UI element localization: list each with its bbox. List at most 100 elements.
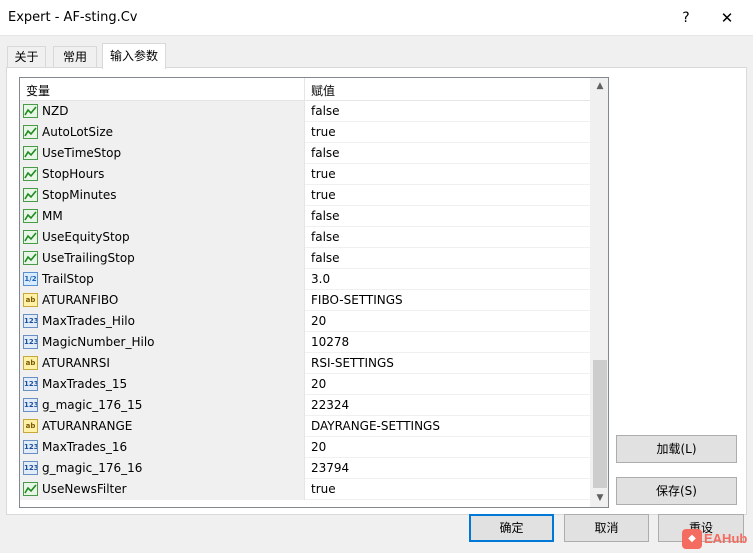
variable-cell[interactable]: ab ATURANFIBO — [20, 290, 305, 311]
table-row[interactable]: 123 g_magic_176_16 23794 — [20, 458, 590, 479]
table-row[interactable]: 123 MagicNumber_Hilo 10278 — [20, 332, 590, 353]
variable-cell[interactable]: UseTimeStop — [20, 143, 305, 164]
integer-icon: 123 — [23, 335, 38, 349]
table-row[interactable]: UseTrailingStop false — [20, 248, 590, 269]
value-cell[interactable]: true — [305, 479, 590, 500]
variable-name: MaxTrades_Hilo — [42, 314, 135, 328]
value-cell[interactable]: false — [305, 227, 590, 248]
close-button[interactable]: ✕ — [717, 8, 737, 28]
variable-name: g_magic_176_16 — [42, 461, 143, 475]
value-cell[interactable]: false — [305, 206, 590, 227]
variable-cell[interactable]: AutoLotSize — [20, 122, 305, 143]
variable-cell[interactable]: 123 g_magic_176_15 — [20, 395, 305, 416]
load-button[interactable]: 加载(L) — [616, 435, 737, 463]
boolean-icon — [23, 251, 38, 265]
variable-cell[interactable]: StopHours — [20, 164, 305, 185]
variable-name: MagicNumber_Hilo — [42, 335, 155, 349]
table-row[interactable]: UseEquityStop false — [20, 227, 590, 248]
integer-icon: 123 — [23, 398, 38, 412]
variable-name: UseTimeStop — [42, 146, 122, 160]
scroll-thumb[interactable] — [593, 360, 607, 488]
value-cell[interactable]: 20 — [305, 374, 590, 395]
value-cell[interactable]: 23794 — [305, 458, 590, 479]
table-row[interactable]: NZD false — [20, 101, 590, 122]
variable-cell[interactable]: UseTrailingStop — [20, 248, 305, 269]
tab-panel: 变量 赋值 NZD false AutoLotSize true UseTimeStop… — [6, 67, 747, 515]
save-button[interactable]: 保存(S) — [616, 477, 737, 505]
table-row[interactable]: MM false — [20, 206, 590, 227]
variable-cell[interactable]: MM — [20, 206, 305, 227]
integer-icon: 123 — [23, 377, 38, 391]
variable-value: 3.0 — [311, 272, 331, 286]
integer-icon: 123 — [23, 440, 38, 454]
variable-cell[interactable]: 123 MagicNumber_Hilo — [20, 332, 305, 353]
help-button[interactable]: ? — [676, 8, 696, 28]
string-icon: ab — [23, 293, 38, 307]
value-cell[interactable]: true — [305, 164, 590, 185]
value-cell[interactable]: false — [305, 143, 590, 164]
value-cell[interactable]: RSI-SETTINGS — [305, 353, 590, 374]
column-header-value[interactable]: 赋值 — [311, 82, 335, 99]
variable-name: TrailStop — [42, 272, 94, 286]
watermark-logo-icon: ◆ — [682, 529, 702, 549]
variable-value: false — [311, 230, 340, 244]
value-cell[interactable]: true — [305, 185, 590, 206]
column-header-variable[interactable]: 变量 — [26, 82, 50, 99]
variable-name: ATURANFIBO — [42, 293, 119, 307]
value-cell[interactable]: 22324 — [305, 395, 590, 416]
variable-cell[interactable]: 1/2 TrailStop — [20, 269, 305, 290]
variable-value: 22324 — [311, 398, 350, 412]
value-cell[interactable]: 10278 — [305, 332, 590, 353]
tab-inputs[interactable]: 输入参数 — [102, 43, 166, 69]
value-cell[interactable]: DAYRANGE-SETTINGS — [305, 416, 590, 437]
scroll-up-icon[interactable]: ▲ — [591, 78, 608, 95]
table-row[interactable]: ab ATURANRANGE DAYRANGE-SETTINGS — [20, 416, 590, 437]
table-row[interactable]: 1/2 TrailStop 3.0 — [20, 269, 590, 290]
vertical-scrollbar[interactable]: ▲ ▼ — [590, 78, 608, 507]
value-cell[interactable]: FIBO-SETTINGS — [305, 290, 590, 311]
variable-cell[interactable]: ab ATURANRANGE — [20, 416, 305, 437]
table-row[interactable]: UseNewsFilter true — [20, 479, 590, 500]
variable-cell[interactable]: 123 g_magic_176_16 — [20, 458, 305, 479]
variable-name: ATURANRSI — [42, 356, 110, 370]
variable-cell[interactable]: 123 MaxTrades_15 — [20, 374, 305, 395]
table-row[interactable]: StopMinutes true — [20, 185, 590, 206]
table-row[interactable]: 123 g_magic_176_15 22324 — [20, 395, 590, 416]
value-cell[interactable]: false — [305, 248, 590, 269]
value-cell[interactable]: 20 — [305, 311, 590, 332]
value-cell[interactable]: false — [305, 101, 590, 122]
variable-cell[interactable]: 123 MaxTrades_Hilo — [20, 311, 305, 332]
boolean-icon — [23, 167, 38, 181]
tab-about[interactable]: 关于 — [7, 46, 46, 68]
table-row[interactable]: ab ATURANRSI RSI-SETTINGS — [20, 353, 590, 374]
variable-name: StopHours — [42, 167, 105, 181]
table-row[interactable]: 123 MaxTrades_Hilo 20 — [20, 311, 590, 332]
variable-cell[interactable]: UseNewsFilter — [20, 479, 305, 500]
variable-value: false — [311, 209, 340, 223]
variable-cell[interactable]: 123 MaxTrades_16 — [20, 437, 305, 458]
variable-cell[interactable]: StopMinutes — [20, 185, 305, 206]
cancel-button[interactable]: 取消 — [564, 514, 649, 542]
table-row[interactable]: AutoLotSize true — [20, 122, 590, 143]
integer-icon: 123 — [23, 314, 38, 328]
table-row[interactable]: 123 MaxTrades_15 20 — [20, 374, 590, 395]
value-cell[interactable]: 3.0 — [305, 269, 590, 290]
variable-name: ATURANRANGE — [42, 419, 133, 433]
variable-value: 10278 — [311, 335, 350, 349]
variable-cell[interactable]: NZD — [20, 101, 305, 122]
variable-name: NZD — [42, 104, 69, 118]
table-row[interactable]: UseTimeStop false — [20, 143, 590, 164]
scroll-down-icon[interactable]: ▼ — [591, 490, 608, 507]
column-divider[interactable] — [304, 78, 305, 101]
table-row[interactable]: ab ATURANFIBO FIBO-SETTINGS — [20, 290, 590, 311]
ok-button[interactable]: 确定 — [469, 514, 554, 542]
table-row[interactable]: 123 MaxTrades_16 20 — [20, 437, 590, 458]
variable-cell[interactable]: UseEquityStop — [20, 227, 305, 248]
value-cell[interactable]: 20 — [305, 437, 590, 458]
tab-common[interactable]: 常用 — [53, 46, 97, 68]
variable-cell[interactable]: ab ATURANRSI — [20, 353, 305, 374]
variable-value: true — [311, 188, 336, 202]
value-cell[interactable]: true — [305, 122, 590, 143]
boolean-icon — [23, 146, 38, 160]
table-row[interactable]: StopHours true — [20, 164, 590, 185]
